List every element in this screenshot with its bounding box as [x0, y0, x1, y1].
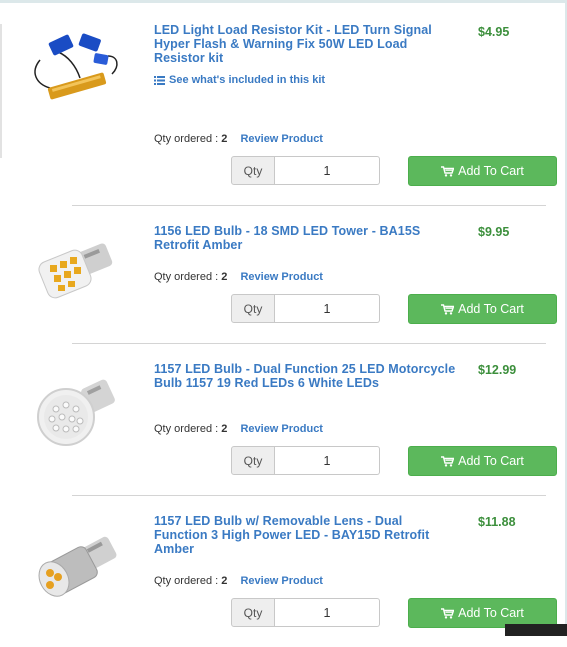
add-to-cart-label: Add To Cart	[458, 164, 524, 178]
review-product-link[interactable]: Review Product	[240, 133, 323, 145]
quantity-input[interactable]: 1	[275, 446, 380, 475]
order-item-1157-motorcycle-bulb: 1157 LED Bulb - Dual Function 25 LED Mot…	[0, 343, 567, 495]
floating-corner-tab[interactable]	[505, 624, 567, 636]
product-image-resistor-kit[interactable]	[28, 26, 124, 106]
kit-contents-label: See what's included in this kit	[169, 74, 326, 86]
qty-ordered-value: 2	[221, 423, 228, 435]
cart-icon	[441, 455, 455, 467]
add-to-cart-button[interactable]: Add To Cart	[408, 156, 557, 186]
qty-ordered-row: Qty ordered : 2 Review Product	[154, 271, 323, 283]
cart-icon	[441, 607, 455, 619]
qty-ordered-label: Qty ordered :	[154, 133, 219, 145]
product-title[interactable]: 1156 LED Bulb - 18 SMD LED Tower - BA15S…	[154, 224, 459, 252]
qty-ordered-row: Qty ordered : 2 Review Product	[154, 133, 323, 145]
qty-ordered-value: 2	[221, 575, 228, 587]
add-to-cart-label: Add To Cart	[458, 606, 524, 620]
review-product-link[interactable]: Review Product	[240, 575, 323, 587]
order-item-resistor-kit: LED Light Load Resistor Kit - LED Turn S…	[0, 0, 567, 186]
add-to-cart-label: Add To Cart	[458, 302, 524, 316]
qty-ordered-row: Qty ordered : 2 Review Product	[154, 423, 323, 435]
quantity-group: Qty 1	[231, 294, 380, 323]
add-to-cart-label: Add To Cart	[458, 454, 524, 468]
product-image-1156-bulb[interactable]	[28, 225, 124, 305]
item-divider	[72, 343, 546, 344]
product-title[interactable]: 1157 LED Bulb - Dual Function 25 LED Mot…	[154, 362, 459, 390]
qty-ordered-label: Qty ordered :	[154, 423, 219, 435]
cart-icon	[441, 303, 455, 315]
add-to-cart-button[interactable]: Add To Cart	[408, 446, 557, 476]
item-divider	[72, 205, 546, 206]
quantity-input[interactable]: 1	[275, 294, 380, 323]
quantity-input[interactable]: 1	[275, 156, 380, 185]
quantity-input[interactable]: 1	[275, 598, 380, 627]
qty-ordered-label: Qty ordered :	[154, 575, 219, 587]
qty-label: Qty	[231, 446, 275, 475]
product-image-1157-removable-lens[interactable]	[28, 525, 124, 605]
product-title[interactable]: 1157 LED Bulb w/ Removable Lens - Dual F…	[154, 514, 459, 556]
item-divider	[72, 495, 546, 496]
product-title[interactable]: LED Light Load Resistor Kit - LED Turn S…	[154, 23, 459, 65]
qty-ordered-row: Qty ordered : 2 Review Product	[154, 575, 323, 587]
product-price: $4.95	[478, 25, 510, 39]
review-product-link[interactable]: Review Product	[240, 271, 323, 283]
quantity-group: Qty 1	[231, 598, 380, 627]
product-price: $9.95	[478, 225, 510, 239]
qty-label: Qty	[231, 156, 275, 185]
order-item-1157-removable-lens: 1157 LED Bulb w/ Removable Lens - Dual F…	[0, 495, 567, 647]
qty-ordered-value: 2	[221, 271, 228, 283]
quantity-group: Qty 1	[231, 156, 380, 185]
product-price: $11.88	[478, 515, 516, 529]
qty-ordered-label: Qty ordered :	[154, 271, 219, 283]
quantity-group: Qty 1	[231, 446, 380, 475]
kit-contents-link[interactable]: See what's included in this kit	[154, 74, 325, 86]
qty-label: Qty	[231, 294, 275, 323]
qty-label: Qty	[231, 598, 275, 627]
qty-ordered-value: 2	[221, 133, 228, 145]
add-to-cart-button[interactable]: Add To Cart	[408, 294, 557, 324]
list-icon	[154, 75, 165, 85]
product-price: $12.99	[478, 363, 517, 377]
product-image-1157-motorcycle-bulb[interactable]	[28, 371, 124, 451]
cart-icon	[441, 165, 455, 177]
review-product-link[interactable]: Review Product	[240, 423, 323, 435]
order-item-1156-bulb: 1156 LED Bulb - 18 SMD LED Tower - BA15S…	[0, 205, 567, 357]
